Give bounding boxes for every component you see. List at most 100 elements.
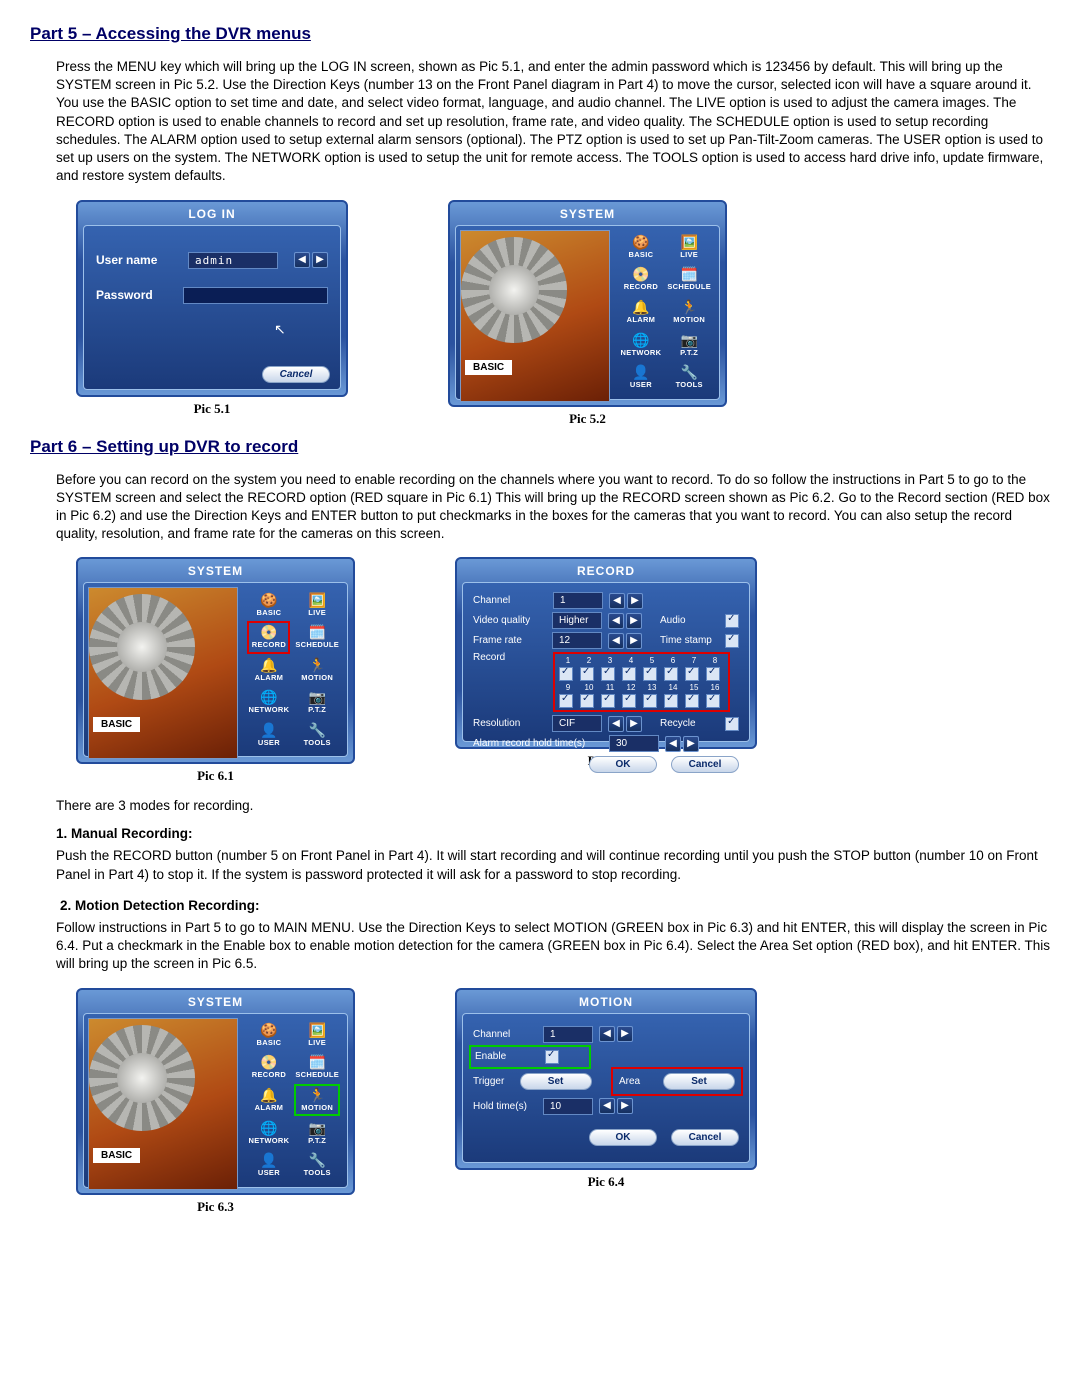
menu-icon: 👤 [260, 723, 277, 737]
record-fr-val[interactable]: 12 [552, 632, 602, 649]
ch-check[interactable] [580, 667, 594, 681]
record-vq-arrows[interactable]: ◀▶ [608, 613, 642, 629]
system-item-ptz[interactable]: 📷P.T.Z [295, 687, 339, 718]
motion-ht-val[interactable]: 10 [543, 1098, 593, 1115]
arrow-right-icon[interactable]: ▶ [626, 633, 642, 649]
record-fr-arrows[interactable]: ◀▶ [608, 633, 642, 649]
caption-5-2: Pic 5.2 [569, 411, 606, 427]
record-recycle-check[interactable] [725, 717, 739, 731]
record-arht-val[interactable]: 30 [609, 735, 659, 752]
system-item-live[interactable]: 🖼️LIVE [667, 232, 711, 263]
system-item-motion[interactable]: 🏃MOTION [295, 655, 339, 686]
system-item-user[interactable]: 👤USER [620, 362, 661, 393]
arrow-right-icon[interactable]: ▶ [626, 716, 642, 732]
system-item-motion[interactable]: 🏃MOTION [667, 297, 711, 328]
record-res-val[interactable]: CIF [552, 715, 602, 732]
system-item-tools[interactable]: 🔧TOOLS [295, 720, 339, 751]
login-password-label: Password [96, 288, 167, 302]
system-item-record[interactable]: 📀RECORD [620, 264, 661, 295]
system-item-motion[interactable]: 🏃MOTION [295, 1085, 339, 1116]
login-cancel-button[interactable]: Cancel [262, 366, 330, 383]
system-item-schedule[interactable]: 🗓️SCHEDULE [667, 264, 711, 295]
record-channel-arrows[interactable]: ◀▶ [609, 593, 643, 609]
record-channel-val[interactable]: 1 [553, 592, 603, 609]
record-ok-button[interactable]: OK [589, 756, 657, 773]
arrow-left-icon[interactable]: ◀ [599, 1098, 615, 1114]
motion-channel-val[interactable]: 1 [543, 1026, 593, 1043]
system-item-basic[interactable]: 🍪BASIC [248, 1020, 289, 1051]
ch-check[interactable] [685, 667, 699, 681]
arrow-left-icon[interactable]: ◀ [294, 252, 310, 268]
motion-area-set[interactable]: Set [663, 1073, 735, 1090]
arrow-left-icon[interactable]: ◀ [609, 593, 625, 609]
system-item-record[interactable]: 📀RECORD [248, 622, 289, 653]
record-res-arrows[interactable]: ◀▶ [608, 716, 642, 732]
basic-tag: BASIC [465, 360, 512, 375]
arrow-left-icon[interactable]: ◀ [608, 716, 624, 732]
system-item-tools[interactable]: 🔧TOOLS [295, 1150, 339, 1181]
motion-cancel-button[interactable]: Cancel [671, 1129, 739, 1146]
ch-check[interactable] [622, 694, 636, 708]
system-item-network[interactable]: 🌐NETWORK [248, 1117, 289, 1148]
motion-channel-arrows[interactable]: ◀▶ [599, 1026, 633, 1042]
arrow-left-icon[interactable]: ◀ [599, 1026, 615, 1042]
arrow-right-icon[interactable]: ▶ [617, 1098, 633, 1114]
system-item-basic[interactable]: 🍪BASIC [620, 232, 661, 263]
ch-check[interactable] [664, 694, 678, 708]
system-item-basic[interactable]: 🍪BASIC [248, 589, 289, 620]
record-cancel-button[interactable]: Cancel [671, 756, 739, 773]
system-item-schedule[interactable]: 🗓️SCHEDULE [295, 622, 339, 653]
system-item-user[interactable]: 👤USER [248, 720, 289, 751]
system-item-alarm[interactable]: 🔔ALARM [248, 655, 289, 686]
arrow-left-icon[interactable]: ◀ [608, 633, 624, 649]
menu-label: ALARM [255, 673, 284, 682]
system-item-user[interactable]: 👤USER [248, 1150, 289, 1181]
ch-check[interactable] [559, 694, 573, 708]
arrow-right-icon[interactable]: ▶ [617, 1026, 633, 1042]
system-item-ptz[interactable]: 📷P.T.Z [667, 329, 711, 360]
login-username-arrows[interactable]: ◀▶ [294, 252, 328, 268]
login-password-input[interactable] [183, 287, 328, 304]
record-audio-check[interactable] [725, 614, 739, 628]
ch-check[interactable] [706, 667, 720, 681]
system-item-schedule[interactable]: 🗓️SCHEDULE [295, 1052, 339, 1083]
ch-check[interactable] [580, 694, 594, 708]
ch-check[interactable] [664, 667, 678, 681]
ch-check[interactable] [685, 694, 699, 708]
arrow-right-icon[interactable]: ▶ [627, 593, 643, 609]
login-username-value[interactable]: admin [188, 252, 278, 269]
ch-check[interactable] [643, 667, 657, 681]
arrow-right-icon[interactable]: ▶ [683, 736, 699, 752]
ch-check[interactable] [601, 667, 615, 681]
gear-icon [97, 1033, 187, 1123]
system-item-alarm[interactable]: 🔔ALARM [248, 1085, 289, 1116]
ch-check[interactable] [559, 667, 573, 681]
system-item-live[interactable]: 🖼️LIVE [295, 589, 339, 620]
system-item-live[interactable]: 🖼️LIVE [295, 1020, 339, 1051]
fig-row-6a: SYSTEM BASIC 🍪BASIC🖼️LIVE📀RECORD🗓️SCHEDU… [76, 557, 1050, 784]
system-item-tools[interactable]: 🔧TOOLS [667, 362, 711, 393]
menu-icon: 🏃 [308, 658, 325, 672]
system-item-record[interactable]: 📀RECORD [248, 1052, 289, 1083]
record-ts-check[interactable] [725, 634, 739, 648]
arrow-right-icon[interactable]: ▶ [626, 613, 642, 629]
arrow-left-icon[interactable]: ◀ [665, 736, 681, 752]
arrow-right-icon[interactable]: ▶ [312, 252, 328, 268]
ch-check[interactable] [643, 694, 657, 708]
record-channel-grid[interactable]: 12345678910111213141516 [553, 652, 730, 712]
system-item-network[interactable]: 🌐NETWORK [620, 329, 661, 360]
record-arht-arrows[interactable]: ◀▶ [665, 736, 699, 752]
ch-check[interactable] [601, 694, 615, 708]
system-panel-52: SYSTEM BASIC 🍪BASIC🖼️LIVE📀RECORD🗓️SCHEDU… [448, 200, 727, 407]
motion-ht-arrows[interactable]: ◀▶ [599, 1098, 633, 1114]
motion-ok-button[interactable]: OK [589, 1129, 657, 1146]
system-item-network[interactable]: 🌐NETWORK [248, 687, 289, 718]
system-item-ptz[interactable]: 📷P.T.Z [295, 1117, 339, 1148]
ch-check[interactable] [706, 694, 720, 708]
motion-enable-check[interactable] [545, 1050, 559, 1064]
motion-trigger-set[interactable]: Set [520, 1073, 592, 1090]
system-item-alarm[interactable]: 🔔ALARM [620, 297, 661, 328]
record-vq-val[interactable]: Higher [552, 612, 602, 629]
arrow-left-icon[interactable]: ◀ [608, 613, 624, 629]
ch-check[interactable] [622, 667, 636, 681]
